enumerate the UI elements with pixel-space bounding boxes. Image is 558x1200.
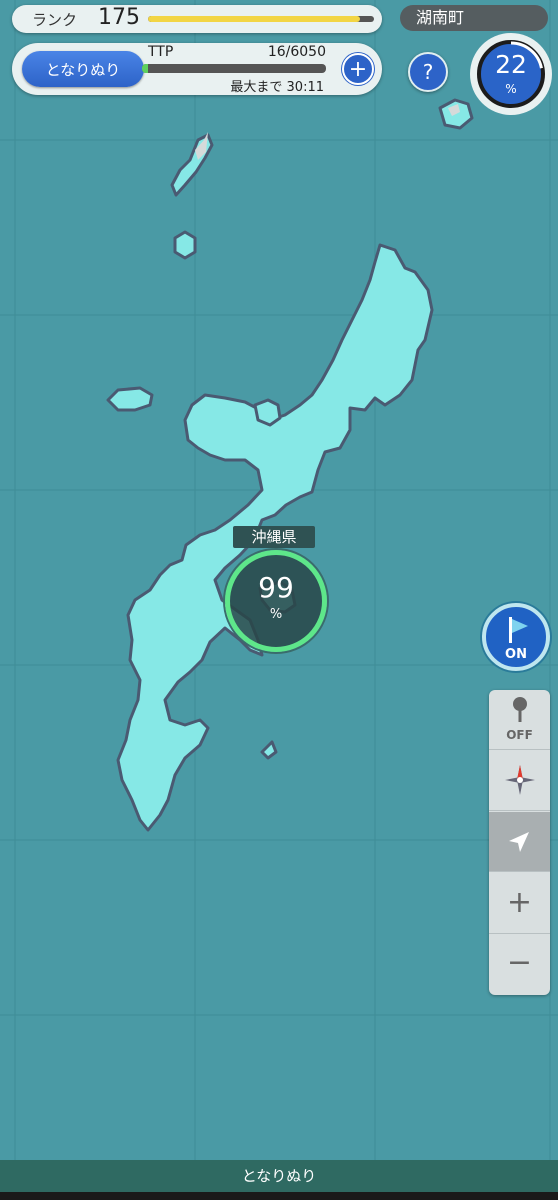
ttp-count: 16/6050 <box>267 44 326 60</box>
ttp-progress-fill <box>142 64 148 73</box>
zoom-out-button[interactable]: − <box>489 935 550 995</box>
prefecture-percent-marker[interactable]: 99 % <box>225 550 327 652</box>
island-izena <box>173 230 197 260</box>
zoom-in-icon: + <box>506 885 533 920</box>
rank-label: ランク <box>32 11 78 29</box>
bottom-divider <box>0 1192 558 1200</box>
island-ie <box>106 386 154 412</box>
compass-button[interactable] <box>489 751 550 811</box>
town-percent-value: 22 <box>495 50 527 79</box>
prefecture-percent-value: 99 <box>258 571 294 604</box>
map-toolbar: OFF + − <box>489 690 550 995</box>
pin-toggle-button[interactable]: OFF <box>489 690 550 750</box>
prefecture-percent-unit: % <box>269 607 283 622</box>
pin-icon <box>513 697 527 722</box>
prefecture-label[interactable]: 沖縄県 <box>233 526 315 548</box>
help-button[interactable]: ? <box>408 52 448 92</box>
mode-button[interactable]: となりぬり <box>22 51 144 87</box>
rank-progress-fill <box>148 16 361 22</box>
ttp-panel: となりぬり TTP 16/6050 最大まで 30:11 + <box>12 43 382 95</box>
okinawa-land <box>106 98 474 832</box>
island-yagaji <box>253 398 282 427</box>
pin-toggle-label: OFF <box>506 728 533 742</box>
flag-icon <box>509 617 528 643</box>
flag-toggle-button[interactable]: ON <box>482 603 550 671</box>
rank-value: 175 <box>98 5 140 30</box>
ttp-progress-bar <box>142 64 326 73</box>
island-yoron <box>260 740 278 760</box>
unpainted-islands <box>195 104 460 160</box>
town-name: 湖南町 <box>400 5 548 31</box>
add-ttp-button[interactable]: + <box>342 53 374 85</box>
zoom-out-icon: − <box>506 945 533 980</box>
town-percent-unit: % <box>505 82 517 96</box>
flag-toggle-label: ON <box>505 647 527 662</box>
town-percent-badge[interactable]: 22 % <box>477 40 545 108</box>
rank-panel: ランク 175 <box>12 5 382 33</box>
rank-progress-bar <box>148 16 374 22</box>
location-arrow-icon <box>509 832 529 852</box>
zoom-in-button[interactable]: + <box>489 873 550 934</box>
ttp-max-timer: 最大まで 30:11 <box>230 80 324 95</box>
locate-button[interactable] <box>489 812 550 872</box>
compass-icon <box>505 765 535 795</box>
ttp-label: TTP <box>148 44 174 60</box>
bottom-mode-bar[interactable]: となりぬり <box>0 1160 558 1192</box>
